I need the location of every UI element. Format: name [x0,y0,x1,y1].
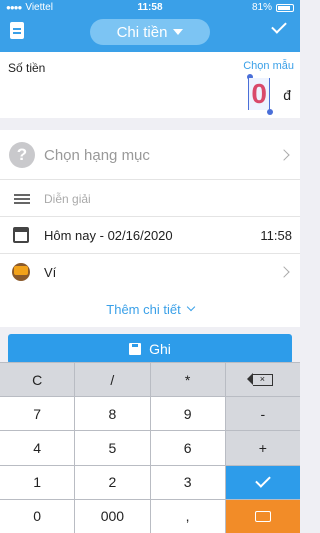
key-9[interactable]: 9 [150,397,225,431]
selection-handle-bottom[interactable] [267,109,273,115]
key-2[interactable]: 2 [75,465,150,499]
key-8[interactable]: 8 [75,397,150,431]
chevron-right-icon [278,266,290,278]
category-row[interactable]: ? Chọn hạng mục [0,130,300,180]
key-1[interactable]: 1 [0,465,75,499]
question-icon: ? [9,142,35,168]
key-divide[interactable]: / [75,363,150,397]
more-details-button[interactable]: Thêm chi tiết [0,291,300,327]
key-0[interactable]: 0 [0,499,75,533]
document-icon[interactable] [10,22,24,39]
header-title: Chi tiền [116,23,168,41]
date-label: Hôm nay - 02/16/2020 [44,228,173,243]
save-button-label: Ghi [149,341,171,357]
key-6[interactable]: 6 [150,431,225,465]
wallet-label: Ví [44,265,57,280]
check-icon [255,472,271,488]
key-7[interactable]: 7 [0,397,75,431]
key-3[interactable]: 3 [150,465,225,499]
save-button[interactable]: Ghi [8,334,292,364]
wallet-icon [12,263,30,281]
calendar-icon [13,227,29,243]
key-clear[interactable]: C [0,363,75,397]
key-plus[interactable]: + [225,431,300,465]
key-hide-keyboard[interactable] [225,499,300,533]
choose-template-link[interactable]: Chọn mẫu [243,60,294,72]
key-comma[interactable]: , [150,499,225,533]
save-disk-icon [129,343,142,355]
more-details-label: Thêm chi tiết [106,301,181,317]
key-000[interactable]: 000 [75,499,150,533]
amount-section: Số tiền Chọn mẫu 0 đ [0,52,300,118]
key-multiply[interactable]: * [150,363,225,397]
backspace-icon: × [246,373,273,386]
status-bar: ●●●● Viettel 11:58 81% [0,0,300,16]
key-backspace[interactable]: × [225,363,300,397]
wallet-row[interactable]: Ví [0,254,300,291]
transaction-fields: ? Chọn hạng mục Diễn giải Hôm nay - 02/1… [0,130,300,291]
numeric-keypad: C / * × 7 8 9 - 4 5 6 + 1 2 3 0 000 , [0,362,300,533]
battery-icon [276,3,294,12]
amount-label: Số tiền [8,61,46,75]
amount-input[interactable]: 0 [248,78,270,110]
transaction-type-dropdown[interactable]: Chi tiền [90,19,210,45]
note-placeholder: Diễn giải [44,192,91,206]
note-row[interactable]: Diễn giải [0,180,300,217]
app-header: ●●●● Viettel 11:58 81% Chi tiền [0,0,300,52]
key-confirm[interactable] [225,465,300,499]
keyboard-icon [254,510,271,522]
note-lines-icon [14,194,30,196]
check-icon[interactable] [271,18,287,34]
time-label[interactable]: 11:58 [260,228,292,243]
currency-symbol: đ [283,87,291,103]
chevron-down-icon [186,302,195,312]
key-minus[interactable]: - [225,397,300,431]
chevron-down-icon [173,29,184,35]
key-5[interactable]: 5 [75,431,150,465]
chevron-right-icon [278,149,290,161]
date-row[interactable]: Hôm nay - 02/16/2020 11:58 [0,217,300,254]
key-4[interactable]: 4 [0,431,75,465]
battery-percent: 81% [251,2,272,13]
category-placeholder: Chọn hạng mục [44,147,150,164]
